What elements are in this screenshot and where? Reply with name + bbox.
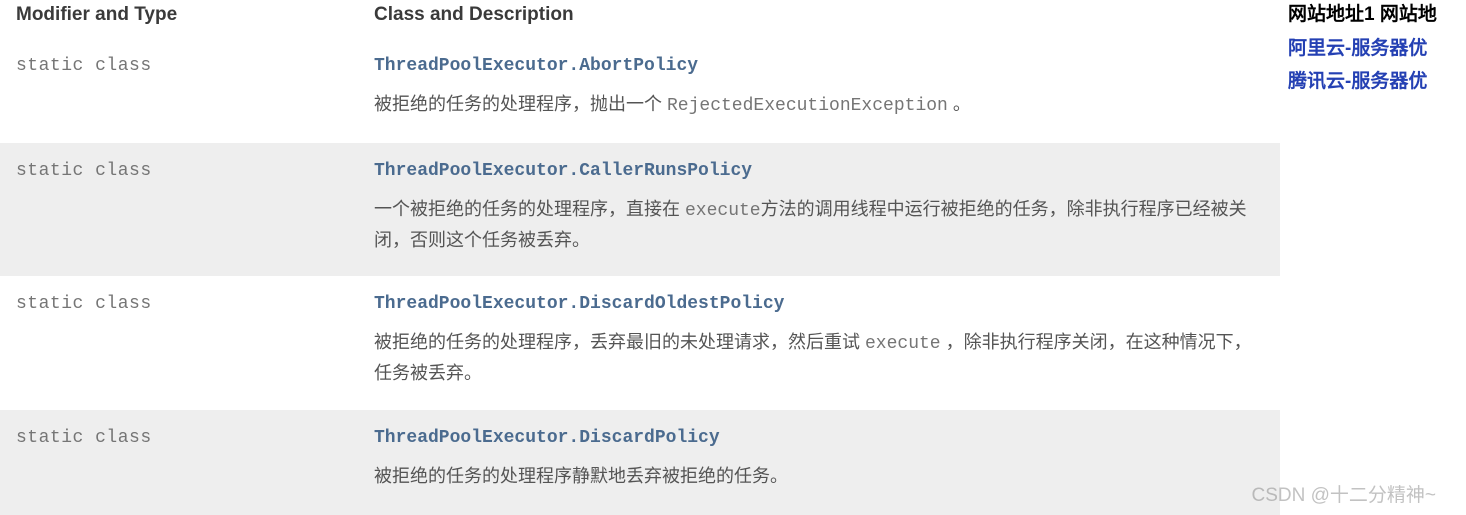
table-row: static class ThreadPoolExecutor.DiscardP… bbox=[0, 410, 1280, 515]
class-summary-table: Modifier and Type Class and Description … bbox=[0, 0, 1280, 515]
table-row: static class ThreadPoolExecutor.AbortPol… bbox=[0, 38, 1280, 143]
class-description: 被拒绝的任务的处理程序，抛出一个 RejectedExecutionExcept… bbox=[374, 90, 1264, 121]
header-modifier-type: Modifier and Type bbox=[0, 0, 358, 38]
table-row: static class ThreadPoolExecutor.CallerRu… bbox=[0, 143, 1280, 277]
header-class-description: Class and Description bbox=[358, 0, 1280, 38]
watermark-text: CSDN @十二分精神~ bbox=[1252, 480, 1437, 507]
class-link[interactable]: ThreadPoolExecutor.DiscardPolicy bbox=[374, 428, 720, 448]
modifier-text: static class bbox=[16, 56, 152, 76]
modifier-text: static class bbox=[16, 161, 152, 181]
class-description: 被拒绝的任务的处理程序，丢弃最旧的未处理请求，然后重试 execute ，除非执… bbox=[374, 328, 1264, 388]
table-row: static class ThreadPoolExecutor.DiscardO… bbox=[0, 276, 1280, 410]
side-links-panel: 网站地址1 网站地 阿里云-服务器优 腾讯云-服务器优 bbox=[1288, 0, 1466, 97]
side-link-tencent[interactable]: 腾讯云-服务器优 bbox=[1288, 67, 1466, 97]
side-top-text: 网站地址1 网站地 bbox=[1288, 0, 1466, 30]
class-description: 一个被拒绝的任务的处理程序，直接在 execute方法的调用线程中运行被拒绝的任… bbox=[374, 195, 1264, 255]
class-link[interactable]: ThreadPoolExecutor.DiscardOldestPolicy bbox=[374, 294, 784, 314]
class-link[interactable]: ThreadPoolExecutor.AbortPolicy bbox=[374, 56, 698, 76]
side-link-aliyun[interactable]: 阿里云-服务器优 bbox=[1288, 34, 1466, 64]
class-link[interactable]: ThreadPoolExecutor.CallerRunsPolicy bbox=[374, 161, 752, 181]
class-description: 被拒绝的任务的处理程序静默地丢弃被拒绝的任务。 bbox=[374, 462, 1264, 493]
modifier-text: static class bbox=[16, 294, 152, 314]
modifier-text: static class bbox=[16, 428, 152, 448]
